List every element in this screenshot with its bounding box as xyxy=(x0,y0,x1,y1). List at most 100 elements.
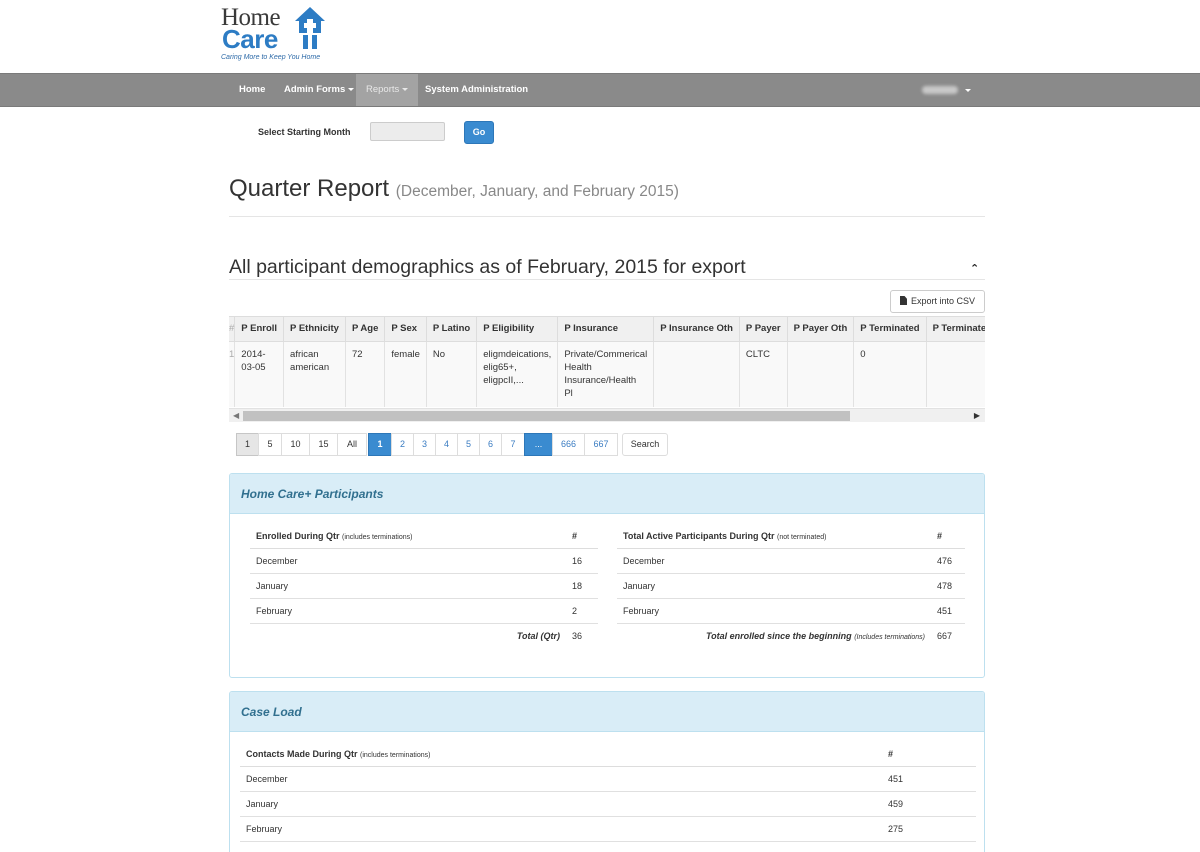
page-6[interactable]: 6 xyxy=(479,433,502,456)
nav-home-label: Home xyxy=(239,84,266,95)
count-cell: 476 xyxy=(931,548,965,574)
demographics-heading: All participant demographics as of Febru… xyxy=(229,256,746,278)
table-row: February 451 xyxy=(617,598,965,624)
column-header-ethnicity[interactable]: P Ethnicity xyxy=(283,317,346,342)
scroll-left-icon[interactable]: ◀ xyxy=(233,411,239,420)
count-cell: 18 xyxy=(566,573,598,599)
page-title-text: Quarter Report xyxy=(229,175,390,202)
count-cell: 275 xyxy=(882,816,976,842)
page-666[interactable]: 666 xyxy=(552,433,585,456)
table-row: December 476 xyxy=(617,548,965,574)
column-header-latino[interactable]: P Latino xyxy=(426,317,478,342)
caseload-panel-title[interactable]: Case Load xyxy=(230,692,984,732)
table-cell: 2014-03-05 xyxy=(234,341,285,407)
demographics-table: # P Enroll P Ethnicity P Age P Sex P Lat… xyxy=(229,316,985,408)
search-button[interactable]: Search xyxy=(622,433,668,456)
month-cell: December xyxy=(240,766,882,792)
column-header-payer-oth[interactable]: P Payer Oth xyxy=(787,317,855,342)
active-header-label: Total Active Participants During Qtr xyxy=(623,530,775,541)
table-row: February 275 xyxy=(240,816,976,842)
active-table: Total Active Participants During Qtr (no… xyxy=(617,524,965,648)
nav-system-administration[interactable]: System Administration xyxy=(415,74,538,106)
logo-word-care: Care xyxy=(222,24,278,54)
table-cell: Private/Commerical Health Insurance/Heal… xyxy=(557,341,655,407)
user-menu[interactable] xyxy=(922,86,958,94)
table-cell: eligmdeications, elig65+, eligpcII,... xyxy=(476,341,559,407)
table-row: December 451 xyxy=(240,766,976,792)
active-header: Total Active Participants During Qtr (no… xyxy=(617,524,931,549)
count-cell: 451 xyxy=(882,766,976,792)
column-header-terminated-date[interactable]: P Terminated Dat xyxy=(926,317,985,342)
caseload-panel: Case Load Contacts Made During Qtr (incl… xyxy=(229,691,985,852)
table-header-row: # P Enroll P Ethnicity P Age P Sex P Lat… xyxy=(229,317,985,342)
total-row: Total (Qtr) 36 xyxy=(250,623,598,648)
page-1[interactable]: 1 xyxy=(368,433,392,456)
enrolled-header-note: (includes terminations) xyxy=(342,533,413,541)
page-667[interactable]: 667 xyxy=(584,433,618,456)
month-cell: February xyxy=(240,816,882,842)
table-cell: 72 xyxy=(345,341,386,407)
participants-panel-title[interactable]: Home Care+ Participants xyxy=(230,474,984,514)
column-header-age[interactable]: P Age xyxy=(345,317,386,342)
starting-month-input[interactable] xyxy=(370,122,445,141)
participants-panel: Home Care+ Participants Enrolled During … xyxy=(229,473,985,678)
table-row: January 18 xyxy=(250,573,598,599)
nav-admin-forms[interactable]: Admin Forms xyxy=(274,74,364,106)
column-header-insurance[interactable]: P Insurance xyxy=(557,317,655,342)
table-cell xyxy=(787,341,855,407)
export-csv-button[interactable]: Export into CSV xyxy=(890,290,985,313)
table-cell: No xyxy=(426,341,478,407)
go-button[interactable]: Go xyxy=(464,121,494,144)
page-4[interactable]: 4 xyxy=(435,433,458,456)
column-header-enroll[interactable]: P Enroll xyxy=(234,317,285,342)
table-row: December 16 xyxy=(250,548,598,574)
table-cell: CLTC xyxy=(739,341,788,407)
page-2[interactable]: 2 xyxy=(391,433,414,456)
divider xyxy=(229,279,985,280)
month-cell: February xyxy=(617,598,931,624)
page-ellipsis[interactable]: ... xyxy=(524,433,553,456)
page-size-all[interactable]: All xyxy=(337,433,367,456)
active-count-header: # xyxy=(931,524,965,549)
contacts-count-header: # xyxy=(882,742,976,767)
nav-admin-forms-label: Admin Forms xyxy=(284,84,346,95)
page-3[interactable]: 3 xyxy=(413,433,436,456)
page-5[interactable]: 5 xyxy=(457,433,480,456)
enrolled-header: Enrolled During Qtr (includes terminatio… xyxy=(250,524,566,549)
divider xyxy=(229,216,985,217)
page-7[interactable]: 7 xyxy=(501,433,525,456)
page-size-5[interactable]: 5 xyxy=(258,433,282,456)
table-row[interactable]: 1 2014-03-05 african american 72 female … xyxy=(229,341,985,407)
caret-down-icon xyxy=(348,87,355,91)
total-value: 667 xyxy=(937,630,953,641)
nav-reports-label: Reports xyxy=(366,84,400,95)
table-header-row: Contacts Made During Qtr (includes termi… xyxy=(240,742,976,767)
table-header-row: Total Active Participants During Qtr (no… xyxy=(617,524,965,549)
caret-down-icon[interactable] xyxy=(965,89,971,92)
table-row: January 478 xyxy=(617,573,965,599)
column-header-insurance-oth[interactable]: P Insurance Oth xyxy=(653,317,740,342)
table-cell: female xyxy=(384,341,427,407)
page-size-10[interactable]: 10 xyxy=(281,433,310,456)
column-header-sex[interactable]: P Sex xyxy=(384,317,427,342)
nav-system-administration-label: System Administration xyxy=(425,84,529,95)
scroll-right-icon[interactable]: ▶ xyxy=(974,411,980,420)
page-size-15[interactable]: 15 xyxy=(309,433,338,456)
scrollbar-thumb[interactable] xyxy=(243,411,850,421)
count-cell: 2 xyxy=(566,598,598,624)
logo-tagline: Caring More to Keep You Home xyxy=(221,54,321,61)
home-care-logo[interactable]: Home Care Caring More to Keep You Home xyxy=(221,4,341,64)
total-value: 36 xyxy=(572,630,583,641)
horizontal-scrollbar[interactable]: ◀ ▶ xyxy=(229,408,985,422)
nav-reports[interactable]: Reports xyxy=(356,74,419,106)
total-row: Total enrolled since the beginning (Incl… xyxy=(617,623,965,648)
column-header-payer[interactable]: P Payer xyxy=(739,317,788,342)
count-cell: 459 xyxy=(882,791,976,817)
column-header-eligibility[interactable]: P Eligibility xyxy=(476,317,559,342)
page-size-1[interactable]: 1 xyxy=(236,433,259,456)
column-header-terminated[interactable]: P Terminated xyxy=(853,317,927,342)
nav-home[interactable]: Home xyxy=(229,74,275,106)
chevron-up-icon[interactable]: ⌃ xyxy=(970,262,979,275)
count-cell: 478 xyxy=(931,573,965,599)
month-cell: December xyxy=(617,548,931,574)
